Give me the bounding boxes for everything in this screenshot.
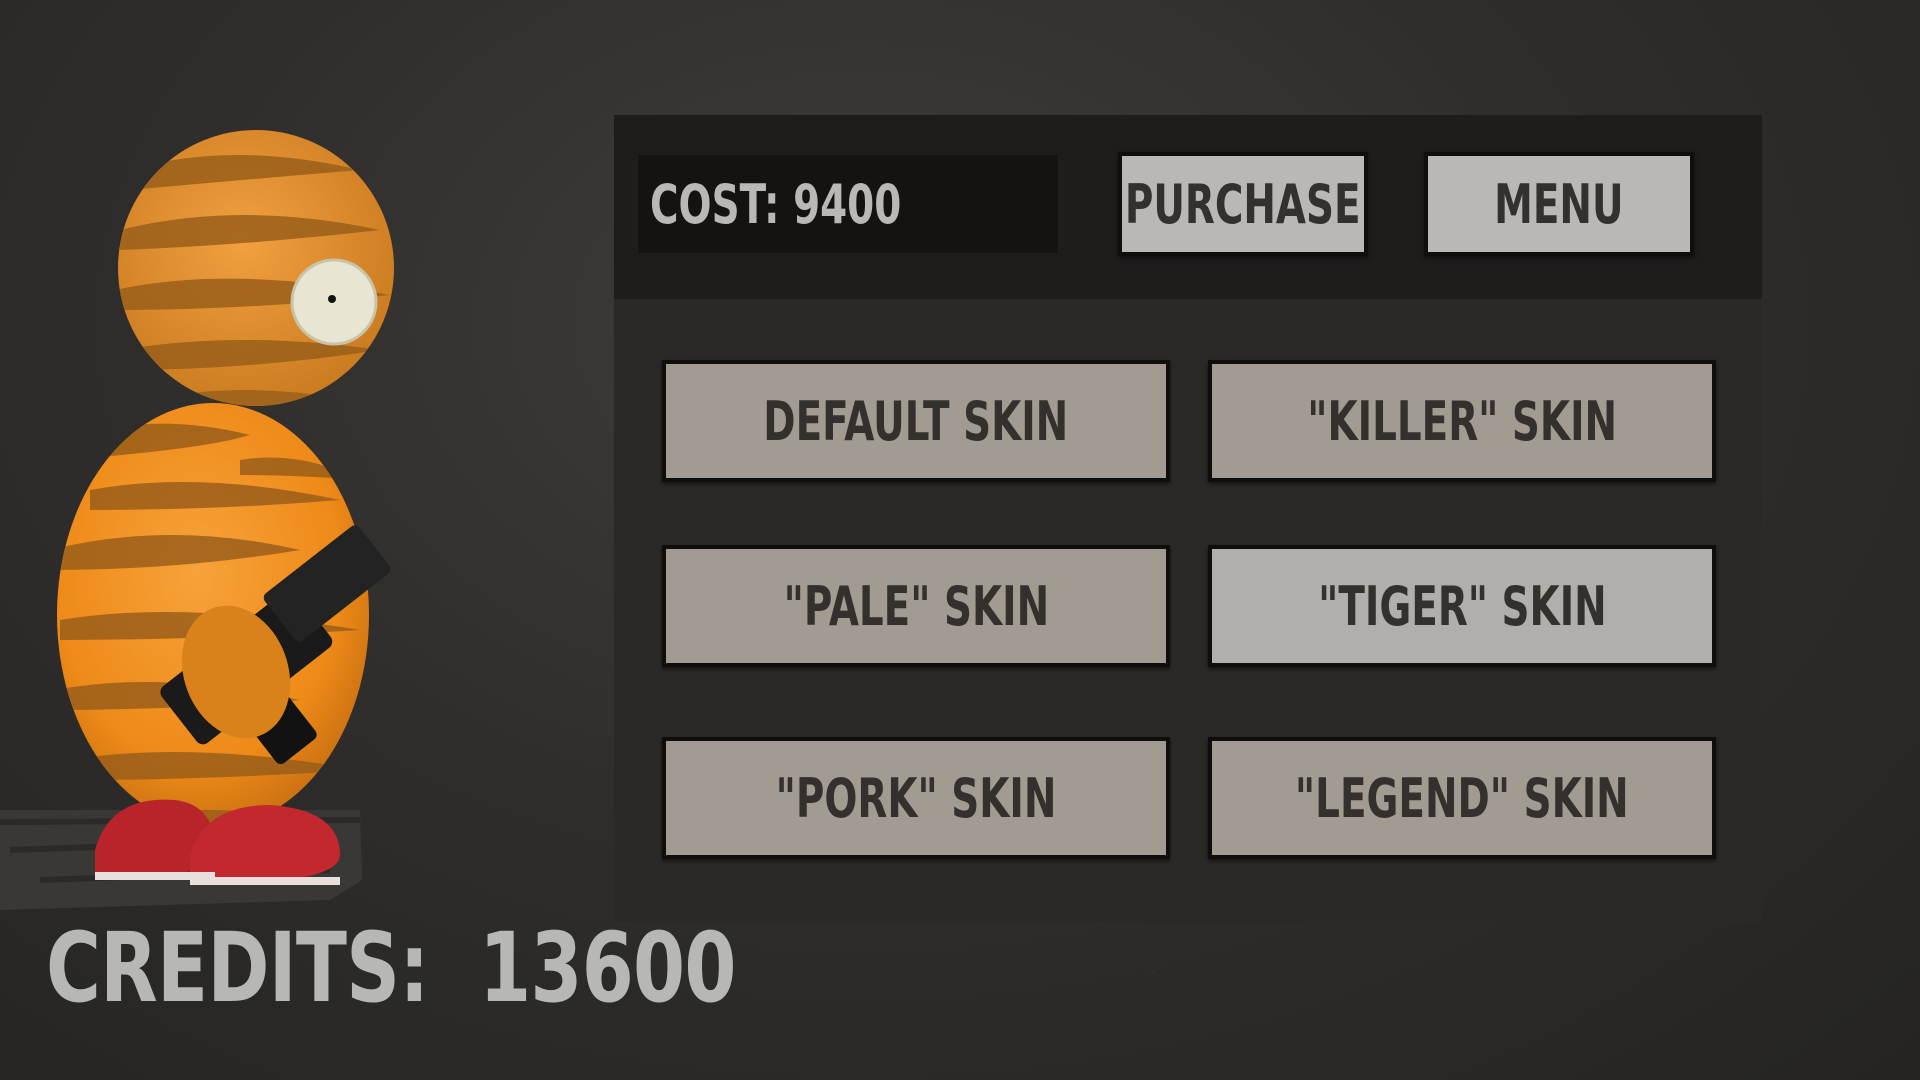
skin-button-legend[interactable]: "LEGEND" SKIN [1208,737,1716,859]
character-preview [0,80,440,920]
cost-label: COST: 9400 [650,173,902,236]
shop-header: COST: 9400 PURCHASE MENU [614,115,1762,299]
credits-display: CREDITS: 13600 [46,920,736,1016]
skin-button-label: "PORK" SKIN [775,766,1057,830]
skin-button-killer[interactable]: "KILLER" SKIN [1208,360,1716,482]
skin-button-pork[interactable]: "PORK" SKIN [662,737,1170,859]
menu-button-label: MENU [1494,172,1624,236]
skin-shop-panel: COST: 9400 PURCHASE MENU DEFAULT SKIN "K… [614,115,1762,923]
skin-button-default[interactable]: DEFAULT SKIN [662,360,1170,482]
purchase-button[interactable]: PURCHASE [1118,152,1368,256]
purchase-button-label: PURCHASE [1125,172,1361,236]
skin-button-pale[interactable]: "PALE" SKIN [662,545,1170,667]
cost-display: COST: 9400 [638,155,1058,253]
skin-button-label: "LEGEND" SKIN [1295,766,1629,830]
skin-button-label: "KILLER" SKIN [1307,389,1617,453]
skin-button-label: "PALE" SKIN [783,574,1049,638]
menu-button[interactable]: MENU [1424,152,1694,256]
tiger-skin-character-icon [0,130,394,910]
credits-label: CREDITS: [46,912,429,1024]
skin-button-label: DEFAULT SKIN [763,389,1069,453]
skin-button-tiger[interactable]: "TIGER" SKIN [1208,545,1716,667]
credits-value: 13600 [479,912,736,1024]
skin-button-label: "TIGER" SKIN [1317,574,1607,638]
